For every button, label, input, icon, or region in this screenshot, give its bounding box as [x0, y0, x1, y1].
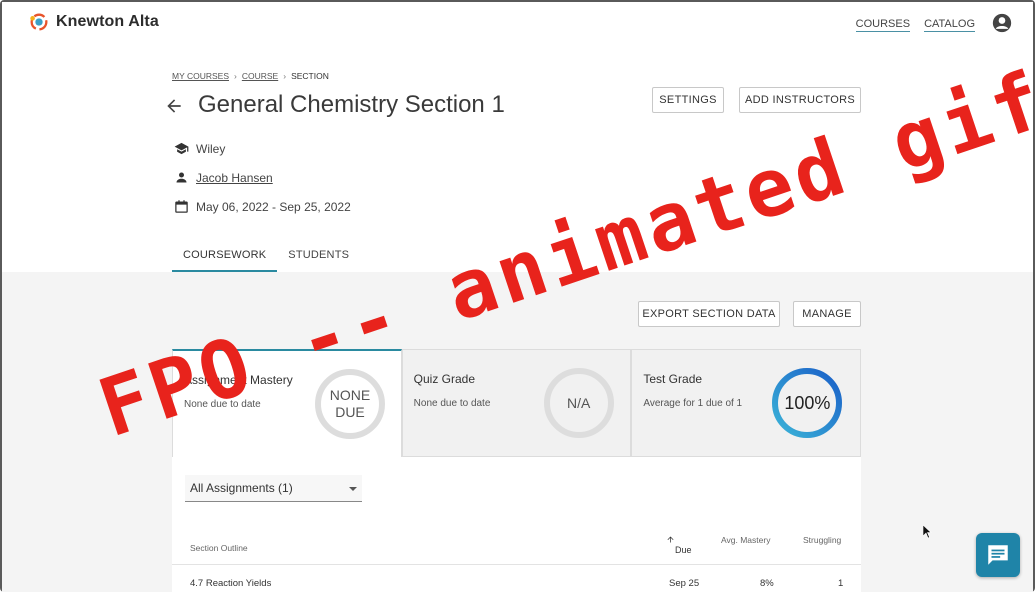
tab-coursework[interactable]: COURSEWORK [172, 242, 278, 272]
nav-catalog-link[interactable]: CATALOG [924, 18, 975, 32]
assignment-filter-dropdown[interactable]: All Assignments (1) [185, 475, 362, 502]
col-section-outline: Section Outline [190, 543, 248, 553]
date-range: May 06, 2022 - Sep 25, 2022 [196, 199, 351, 214]
col-due-label: Due [675, 545, 692, 555]
instructor-link[interactable]: Jacob Hansen [196, 171, 273, 185]
ring-line-2: DUE [335, 404, 365, 420]
graduation-cap-icon [174, 142, 189, 155]
tab-students[interactable]: STUDENTS [277, 242, 360, 272]
assignment-mastery-card[interactable]: Assignment Mastery None due to date NONE… [172, 349, 402, 457]
chevron-down-icon [349, 487, 357, 491]
dropdown-value: All Assignments (1) [190, 481, 293, 495]
col-struggling[interactable]: Struggling [803, 535, 841, 545]
breadcrumb-course[interactable]: COURSE [242, 71, 278, 81]
dates-row: May 06, 2022 - Sep 25, 2022 [174, 199, 351, 214]
manage-button[interactable]: MANAGE [793, 301, 861, 327]
row-name[interactable]: 4.7 Reaction Yields [190, 578, 271, 589]
mastery-ring-label: NONE DUE [313, 367, 387, 441]
calendar-icon [175, 200, 188, 213]
col-due[interactable]: Due [666, 535, 692, 555]
test-grade-card[interactable]: Test Grade Average for 1 due of 1 100% [631, 349, 862, 457]
top-nav: COURSES CATALOG [855, 18, 975, 32]
col-avg-mastery[interactable]: Avg. Mastery [721, 535, 770, 545]
sort-up-icon [667, 536, 674, 543]
chat-button[interactable] [976, 533, 1020, 577]
breadcrumb-separator: › [234, 71, 237, 81]
breadcrumb-my-courses[interactable]: MY COURSES [172, 71, 229, 81]
row-due: Sep 25 [669, 578, 700, 589]
breadcrumb: MY COURSES › COURSE › SECTION [172, 71, 329, 81]
account-icon[interactable] [992, 13, 1012, 33]
breadcrumb-separator: › [283, 71, 287, 81]
publisher-name: Wiley [196, 141, 226, 156]
chat-icon [988, 545, 1008, 565]
card-subtitle: None due to date [413, 398, 491, 409]
card-title: Assignment Mastery [184, 373, 293, 387]
summary-cards: Assignment Mastery None due to date NONE… [172, 349, 862, 457]
person-icon [176, 172, 187, 183]
nav-courses-link[interactable]: COURSES [855, 18, 911, 32]
top-bar: Knewton Alta COURSES CATALOG [2, 2, 1033, 48]
row-mastery: 8% [760, 578, 774, 589]
table-header: Section Outline Due Avg. Mastery Struggl… [172, 531, 861, 565]
page-title: General Chemistry Section 1 [198, 91, 505, 118]
breadcrumb-section: SECTION [291, 71, 329, 81]
section-tabs: COURSEWORK STUDENTS [172, 242, 360, 272]
card-title: Test Grade [643, 372, 703, 386]
table-row[interactable]: 4.7 Reaction Yields Sep 25 8% 1 [172, 575, 861, 592]
assignments-list: All Assignments (1) Section Outline Due … [172, 457, 861, 592]
add-instructors-button[interactable]: ADD INSTRUCTORS [739, 87, 861, 113]
ring-line-1: NONE [329, 387, 371, 403]
back-arrow-icon[interactable] [164, 96, 184, 116]
quiz-grade-card[interactable]: Quiz Grade None due to date N/A [401, 349, 632, 457]
settings-button[interactable]: SETTINGS [652, 87, 724, 113]
brand-name: Knewton Alta [56, 13, 159, 30]
brand[interactable]: Knewton Alta [28, 11, 159, 33]
row-struggling: 1 [838, 578, 844, 589]
export-section-data-button[interactable]: EXPORT SECTION DATA [638, 301, 780, 327]
mouse-cursor-icon [923, 525, 932, 539]
knewton-logo-icon [30, 13, 48, 31]
instructor-row: Jacob Hansen [174, 170, 273, 185]
test-ring-label: 100% [784, 392, 831, 413]
publisher-row: Wiley [174, 141, 225, 156]
card-subtitle: Average for 1 due of 1 [643, 398, 743, 409]
card-title: Quiz Grade [413, 372, 476, 386]
quiz-ring-label: N/A [567, 394, 591, 411]
card-subtitle: None due to date [184, 399, 261, 410]
